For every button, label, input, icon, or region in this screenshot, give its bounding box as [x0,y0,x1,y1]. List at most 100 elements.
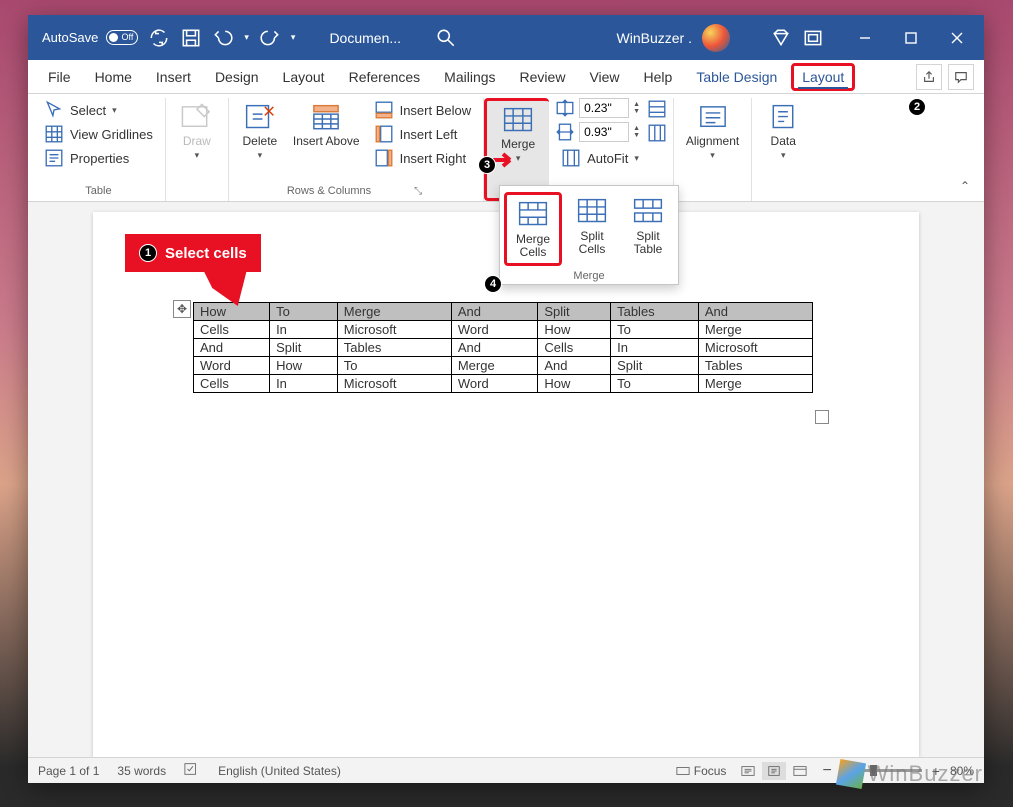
minimize-button[interactable] [842,15,888,60]
document-table[interactable]: HowToMergeAndSplitTablesAndCellsInMicros… [193,302,813,393]
col-width-input[interactable] [579,122,629,142]
table-cell[interactable]: How [538,321,611,339]
row-height-field[interactable]: ▲▼ [555,98,645,118]
table-cell[interactable]: Split [538,303,611,321]
spellcheck-icon[interactable] [184,762,200,779]
print-layout-icon[interactable] [762,762,786,780]
table-row[interactable]: CellsInMicrosoftWordHowToMerge [194,375,813,393]
table-cell[interactable]: Microsoft [698,339,812,357]
table-cell[interactable]: Cells [194,321,270,339]
status-words[interactable]: 35 words [117,764,166,778]
tab-file[interactable]: File [38,63,81,91]
diamond-icon[interactable] [770,27,792,49]
maximize-button[interactable] [888,15,934,60]
delete-button[interactable]: Delete▾ [235,98,285,165]
properties-button[interactable]: Properties [38,146,135,170]
qat-customize-icon[interactable]: ▾ [291,32,296,43]
split-cells-button[interactable]: Split Cells [566,192,618,266]
table-cell[interactable]: To [337,357,451,375]
tab-table-design[interactable]: Table Design [686,63,787,91]
table-row[interactable]: WordHowToMergeAndSplitTables [194,357,813,375]
insert-below-button[interactable]: Insert Below [368,98,478,122]
table-cell[interactable]: Microsoft [337,375,451,393]
table-cell[interactable]: Tables [698,357,812,375]
table-cell[interactable]: To [611,321,699,339]
table-cell[interactable]: In [270,321,338,339]
zoom-slider[interactable] [842,769,922,772]
table-cell[interactable]: Merge [698,321,812,339]
table-cell[interactable]: Word [451,321,538,339]
tab-layout[interactable]: Layout [273,63,335,91]
tab-table-layout[interactable]: Layout [791,63,855,91]
tab-help[interactable]: Help [634,63,683,91]
tab-design[interactable]: Design [205,63,269,91]
table-cell[interactable]: Split [270,339,338,357]
zoom-level[interactable]: 80% [950,764,974,778]
rows-cols-launcher-icon[interactable]: ⤡ [411,186,425,197]
share-button[interactable] [916,64,942,90]
table-cell[interactable]: In [270,375,338,393]
close-button[interactable] [934,15,980,60]
table-cell[interactable]: Split [611,357,699,375]
col-width-field[interactable]: ▲▼ [555,122,645,142]
table-cell[interactable]: Merge [337,303,451,321]
comments-button[interactable] [948,64,974,90]
table-cell[interactable]: How [538,375,611,393]
table-cell[interactable]: To [270,303,338,321]
status-language[interactable]: English (United States) [218,764,341,778]
undo-icon[interactable] [212,27,234,49]
table-cell[interactable]: Merge [698,375,812,393]
table-cell[interactable]: Merge [451,357,538,375]
tab-view[interactable]: View [579,63,629,91]
zoom-in-icon[interactable]: + [932,763,940,779]
distribute-rows-icon[interactable] [647,100,667,118]
sync-icon[interactable] [148,27,170,49]
display-mode-icon[interactable] [802,27,824,49]
autosave-switch-icon[interactable]: Off [106,30,138,45]
status-page[interactable]: Page 1 of 1 [38,764,99,778]
web-layout-icon[interactable] [788,762,812,780]
table-cell[interactable]: Cells [194,375,270,393]
select-button[interactable]: Select▾ [38,98,123,122]
table-cell[interactable]: Word [194,357,270,375]
table-cell[interactable]: Cells [538,339,611,357]
autosave-toggle[interactable]: AutoSave Off [42,30,138,45]
table-row[interactable]: CellsInMicrosoftWordHowToMerge [194,321,813,339]
table-cell[interactable]: How [270,357,338,375]
data-button[interactable]: Data▾ [758,98,808,165]
alignment-button[interactable]: Alignment▾ [680,98,745,165]
table-cell[interactable]: To [611,375,699,393]
table-resize-handle-icon[interactable] [815,410,829,424]
save-icon[interactable] [180,27,202,49]
read-mode-icon[interactable] [736,762,760,780]
table-row[interactable]: HowToMergeAndSplitTablesAnd [194,303,813,321]
focus-mode-button[interactable]: Focus [676,764,727,778]
table-cell[interactable]: And [538,357,611,375]
table-row[interactable]: AndSplitTablesAndCellsInMicrosoft [194,339,813,357]
autofit-button[interactable]: AutoFit▾ [555,146,645,170]
tab-home[interactable]: Home [85,63,142,91]
distribute-cols-icon[interactable] [647,124,667,142]
tab-review[interactable]: Review [510,63,576,91]
row-height-input[interactable] [579,98,629,118]
table-cell[interactable]: And [451,303,538,321]
table-cell[interactable]: And [194,339,270,357]
table-cell[interactable]: And [698,303,812,321]
table-cell[interactable]: Word [451,375,538,393]
table-cell[interactable]: Tables [337,339,451,357]
insert-left-button[interactable]: Insert Left [368,122,478,146]
tab-insert[interactable]: Insert [146,63,201,91]
view-gridlines-button[interactable]: View Gridlines [38,122,159,146]
tab-references[interactable]: References [339,63,431,91]
user-avatar[interactable] [702,24,730,52]
collapse-ribbon-icon[interactable]: ⌃ [960,179,970,193]
table-cell[interactable]: Microsoft [337,321,451,339]
table-cell[interactable]: Tables [611,303,699,321]
table-move-handle-icon[interactable]: ✥ [173,300,191,318]
search-icon[interactable] [435,27,457,49]
redo-icon[interactable] [259,27,281,49]
insert-above-button[interactable]: Insert Above [287,98,366,152]
split-table-button[interactable]: Split Table [622,192,674,266]
table-cell[interactable]: And [451,339,538,357]
table-cell[interactable]: In [611,339,699,357]
